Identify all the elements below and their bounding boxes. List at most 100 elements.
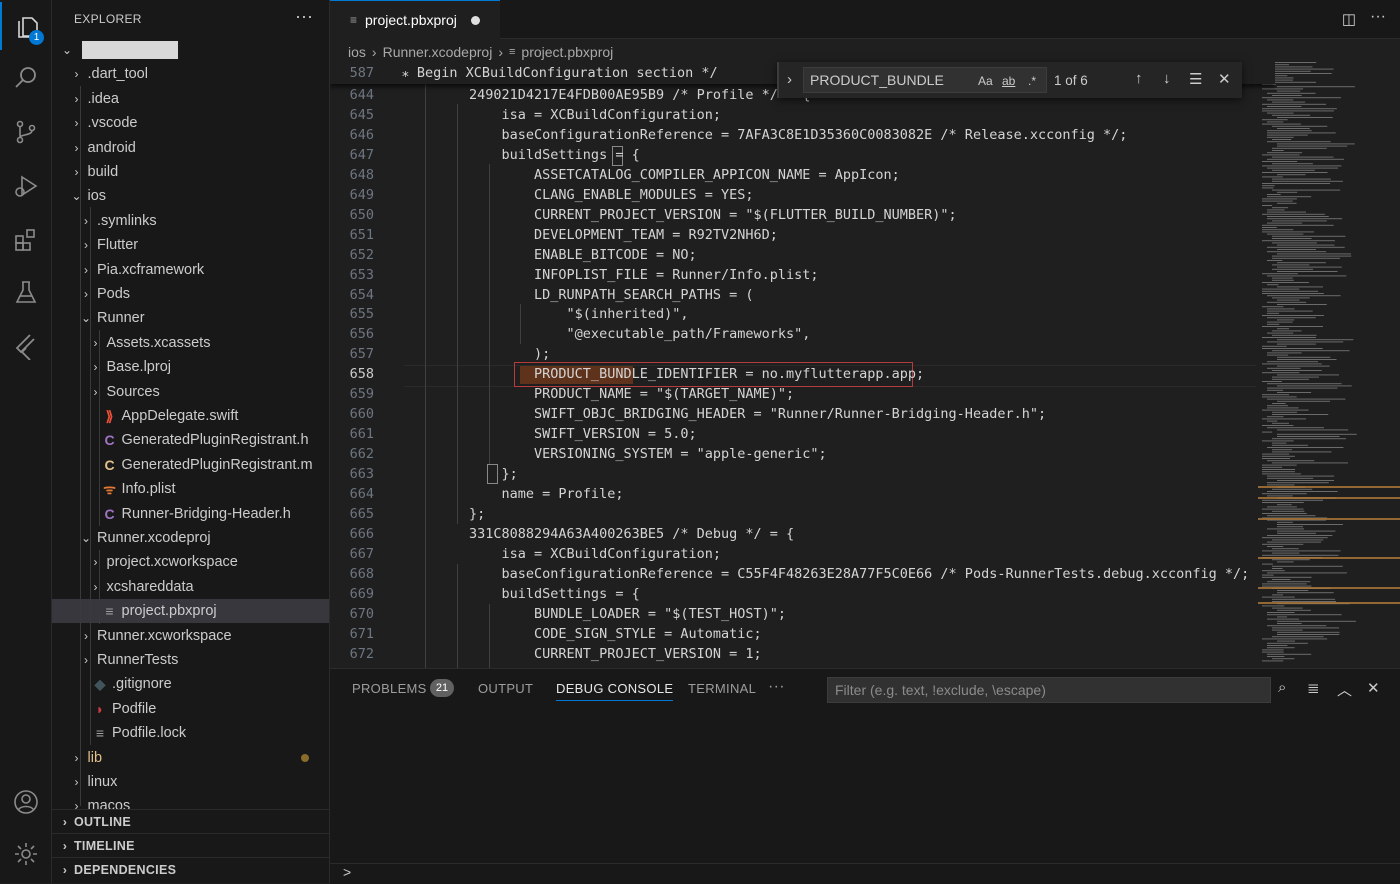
tree-item[interactable]: › RunnerTests (52, 648, 329, 672)
breadcrumb-ios[interactable]: ios (348, 44, 366, 60)
code-text: ASSETCATALOG_COMPILER_APPICON_NAME = App… (404, 166, 900, 183)
minimap[interactable] (1258, 62, 1400, 668)
account-icon[interactable] (0, 778, 51, 826)
explorer-icon[interactable]: 1 (0, 2, 53, 50)
tree-item[interactable]: › project.xcworkspace (52, 550, 329, 574)
close-panel-icon[interactable]: ✕ (1367, 679, 1380, 697)
tree-item[interactable]: › .dart_tool (52, 62, 329, 86)
flutter-icon[interactable] (0, 322, 51, 370)
tree-item[interactable]: ◗ Podfile (52, 697, 329, 721)
minimap-line (1262, 466, 1283, 468)
tab-debug-console[interactable]: DEBUG CONSOLE (556, 681, 674, 701)
tab-terminal[interactable]: TERMINAL (688, 681, 756, 696)
minimap-line (1262, 290, 1319, 292)
code-text: baseConfigurationReference = C55F4F48263… (404, 565, 1250, 582)
minimap-line (1267, 495, 1293, 497)
minimap-line (1262, 596, 1295, 598)
code-line: 670 BUNDLE_LOADER = "$(TEST_HOST)"; (330, 604, 1275, 624)
find-in-selection-icon[interactable]: ☰ (1189, 70, 1202, 88)
minimap-line (1262, 471, 1295, 473)
tree-item[interactable]: ⌄ Runner (52, 306, 329, 330)
previous-match-arrow-icon[interactable]: ↑ (1135, 70, 1143, 87)
minimap-line (1277, 299, 1300, 301)
search-icon[interactable]: ⌕ (1278, 679, 1286, 696)
tree-item[interactable]: › linux (52, 770, 329, 794)
tree-item[interactable]: › xcshareddata (52, 575, 329, 599)
settings-gear-icon[interactable] (0, 830, 51, 878)
outline-section[interactable]: › OUTLINE (52, 809, 329, 834)
split-editor-icon[interactable]: ◫ (1342, 10, 1356, 28)
tree-item[interactable]: › Pia.xcframework (52, 258, 329, 282)
minimap-line (1267, 416, 1284, 418)
tree-item[interactable]: › Runner.xcworkspace (52, 624, 329, 648)
tree-item[interactable]: ◆ .gitignore (52, 672, 329, 696)
minimap-line (1277, 271, 1338, 272)
minimap-line (1262, 440, 1294, 442)
tab-output[interactable]: OUTPUT (478, 681, 533, 696)
debug-console-filter-input[interactable]: Filter (e.g. text, !exclude, \escape) (827, 677, 1271, 703)
minimap-line (1262, 88, 1304, 90)
tree-item[interactable]: ⌄ ios (52, 184, 329, 208)
tree-item[interactable]: › Flutter (52, 233, 329, 257)
tree-item[interactable]: › Sources (52, 380, 329, 404)
minimap-line (1277, 504, 1292, 506)
tree-item[interactable]: C Runner-Bridging-Header.h (52, 502, 329, 526)
minimap-line (1267, 134, 1308, 136)
minimap-line (1262, 651, 1284, 653)
tree-item[interactable]: ≡ Podfile.lock (52, 721, 329, 745)
tree-item[interactable]: ⌄ (52, 38, 329, 62)
tree-item[interactable]: C GeneratedPluginRegistrant.h (52, 428, 329, 452)
tree-item[interactable]: ≡ project.pbxproj (52, 599, 329, 624)
tree-item[interactable]: › Base.lproj (52, 355, 329, 379)
breadcrumb-runner-xcodeproj[interactable]: Runner.xcodeproj (383, 44, 493, 60)
source-control-icon[interactable] (0, 108, 51, 156)
extensions-icon[interactable] (0, 216, 51, 264)
unsaved-dot-icon[interactable] (470, 15, 480, 25)
minimap-find-match (1258, 557, 1400, 559)
tab-problems[interactable]: PROBLEMS (352, 681, 427, 696)
tree-item[interactable]: › .vscode (52, 111, 329, 135)
next-match-arrow-icon[interactable]: ↓ (1163, 70, 1171, 87)
tree-item[interactable]: › lib (52, 746, 329, 770)
toggle-replace-chevron-icon[interactable]: › (787, 71, 792, 88)
minimap-line (1262, 660, 1284, 662)
code-line: 647 buildSettings = { (330, 145, 1275, 165)
code-text: baseConfigurationReference = 7AFA3C8E1D3… (404, 126, 1128, 143)
tree-item[interactable]: › .idea (52, 87, 329, 111)
tab-project-pbxproj[interactable]: ≡ project.pbxproj (330, 0, 500, 39)
testing-icon[interactable] (0, 268, 51, 316)
sidebar-more-actions-button[interactable]: ··· (295, 6, 313, 27)
tree-item[interactable]: ⟫ AppDelegate.swift (52, 404, 329, 428)
tree-item[interactable]: › build (52, 160, 329, 184)
editor-more-actions-button[interactable]: ··· (1370, 8, 1386, 26)
line-number: 587 (349, 65, 374, 81)
dependencies-section[interactable]: › DEPENDENCIES (52, 857, 329, 882)
maximize-panel-chevron-up-icon[interactable]: ︿ (1337, 679, 1352, 700)
clear-console-icon[interactable]: ≣ (1307, 679, 1320, 697)
code-editor[interactable]: 644 249021D4217E4FDB00AE95B9 /* Profile … (330, 62, 1275, 668)
code-text: "@executable_path/Frameworks", (404, 326, 811, 343)
search-icon[interactable] (0, 54, 51, 102)
tree-item[interactable]: › android (52, 136, 329, 160)
match-whole-word-icon[interactable]: ab (1002, 74, 1015, 88)
tree-item[interactable]: › Assets.xcassets (52, 331, 329, 355)
code-text: "$(inherited)", (404, 306, 689, 323)
panel-more-button[interactable]: ··· (768, 678, 785, 696)
tree-item[interactable]: ᯤ Info.plist (52, 477, 329, 501)
tree-item[interactable]: › Pods (52, 282, 329, 306)
close-find-icon[interactable]: ✕ (1218, 70, 1231, 88)
code-line: 651 DEVELOPMENT_TEAM = R92TV2NH6D; (330, 225, 1275, 245)
minimap-line (1267, 209, 1285, 211)
match-case-icon[interactable]: Aa (978, 74, 993, 88)
minimap-line (1267, 420, 1278, 422)
breadcrumb-file[interactable]: project.pbxproj (521, 44, 613, 60)
use-regex-icon[interactable]: .* (1028, 74, 1036, 88)
tree-item[interactable]: ⌄ Runner.xcodeproj (52, 526, 329, 550)
tree-item[interactable]: › .symlinks (52, 209, 329, 233)
run-debug-icon[interactable] (0, 162, 51, 210)
line-number: 671 (349, 625, 374, 642)
tree-item[interactable]: C GeneratedPluginRegistrant.m (52, 453, 329, 477)
timeline-section[interactable]: › TIMELINE (52, 833, 329, 858)
code-line: 653 INFOPLIST_FILE = Runner/Info.plist; (330, 265, 1275, 285)
console-input-prompt[interactable]: > (343, 864, 351, 880)
